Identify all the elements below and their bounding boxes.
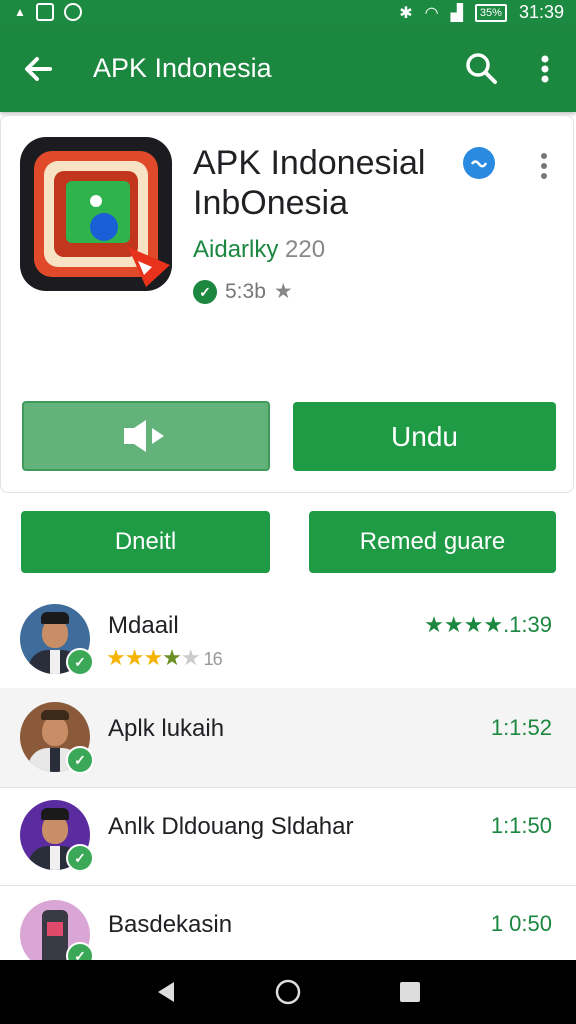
app-name-line-1: APK Indonesial bbox=[193, 144, 426, 182]
list-item-name: Mdaail bbox=[108, 612, 179, 639]
list-item-name: Basdekasin bbox=[108, 911, 233, 938]
app-name: APK Indonesial InbOnesia bbox=[193, 143, 426, 223]
speaker-button[interactable] bbox=[22, 401, 270, 471]
rating-value: 5:3b bbox=[225, 279, 266, 303]
wifi-icon: ◠ bbox=[424, 4, 439, 22]
list-item[interactable]: ✓ Aplk lukaih 1:1:52 bbox=[0, 688, 576, 788]
list-item-time-text: ★★★★.1:39 bbox=[424, 612, 552, 637]
bluetooth-icon: ✱ bbox=[399, 4, 413, 22]
unduh-button[interactable]: Undu bbox=[293, 402, 556, 471]
speaker-icon bbox=[124, 420, 164, 452]
signal-icon: ▟ bbox=[450, 4, 463, 22]
verified-badge-icon bbox=[463, 147, 495, 179]
app-name-line-2: InbOnesia bbox=[193, 184, 348, 222]
check-badge-icon: ✓ bbox=[66, 648, 94, 676]
list-item-name: Aplk lukaih bbox=[108, 715, 225, 742]
list-item-time: ★★★★.1:39 bbox=[424, 612, 552, 638]
rating-count: 16 bbox=[203, 649, 223, 669]
shield-check-icon: ✓ bbox=[193, 279, 217, 304]
back-arrow-icon[interactable] bbox=[18, 49, 58, 89]
rating-stars: ★★★★★ 16 bbox=[106, 645, 223, 670]
list-item-time: 1:1:50 bbox=[490, 813, 552, 838]
list-item-time: 1 0:50 bbox=[490, 911, 552, 936]
developer-name-text: Aidarlky bbox=[193, 236, 279, 263]
detail-button[interactable]: Dneitl bbox=[21, 511, 270, 573]
check-badge-icon: ✓ bbox=[66, 746, 94, 774]
status-bar: ▲ ✱ ◠ ▟ 35% 31:39 bbox=[0, 0, 576, 25]
nav-recents-icon[interactable] bbox=[394, 976, 426, 1008]
app-bar: APK Indonesia bbox=[0, 25, 576, 112]
app-rating: ✓ 5:3b ★ bbox=[193, 279, 293, 304]
search-icon[interactable] bbox=[462, 49, 502, 89]
battery-icon: 35% bbox=[474, 3, 507, 22]
app-icon bbox=[20, 137, 172, 291]
circle-icon bbox=[63, 3, 82, 21]
developer-name[interactable]: Aidarlky 220 bbox=[193, 236, 325, 264]
list-item[interactable]: ✓ Mdaail ★★★★★ 16 ★★★★.1:39 bbox=[0, 590, 576, 690]
app-bar-title: APK Indonesia bbox=[93, 53, 272, 83]
nav-home-icon[interactable] bbox=[272, 976, 304, 1008]
image-icon bbox=[35, 3, 54, 21]
list-item[interactable]: ✓ Basdekasin 1 0:50 bbox=[0, 884, 576, 970]
star-icon: ★ bbox=[273, 280, 293, 303]
card-more-vert-icon[interactable] bbox=[532, 150, 556, 182]
system-nav-bar bbox=[0, 960, 576, 1024]
list-item-time: 1:1:52 bbox=[490, 715, 552, 740]
check-badge-icon: ✓ bbox=[66, 844, 94, 872]
status-time: 31:39 bbox=[518, 2, 564, 22]
nav-back-icon[interactable] bbox=[150, 976, 182, 1008]
developer-number: 220 bbox=[285, 236, 326, 263]
notification-icon: ▲ bbox=[14, 5, 26, 19]
list-item-name: Anlk Dldouang Sldahar bbox=[108, 813, 354, 840]
more-vert-icon[interactable] bbox=[530, 49, 560, 89]
remed-guare-button[interactable]: Remed guare bbox=[309, 511, 556, 573]
list-item[interactable]: ✓ Anlk Dldouang Sldahar 1:1:50 bbox=[0, 786, 576, 886]
